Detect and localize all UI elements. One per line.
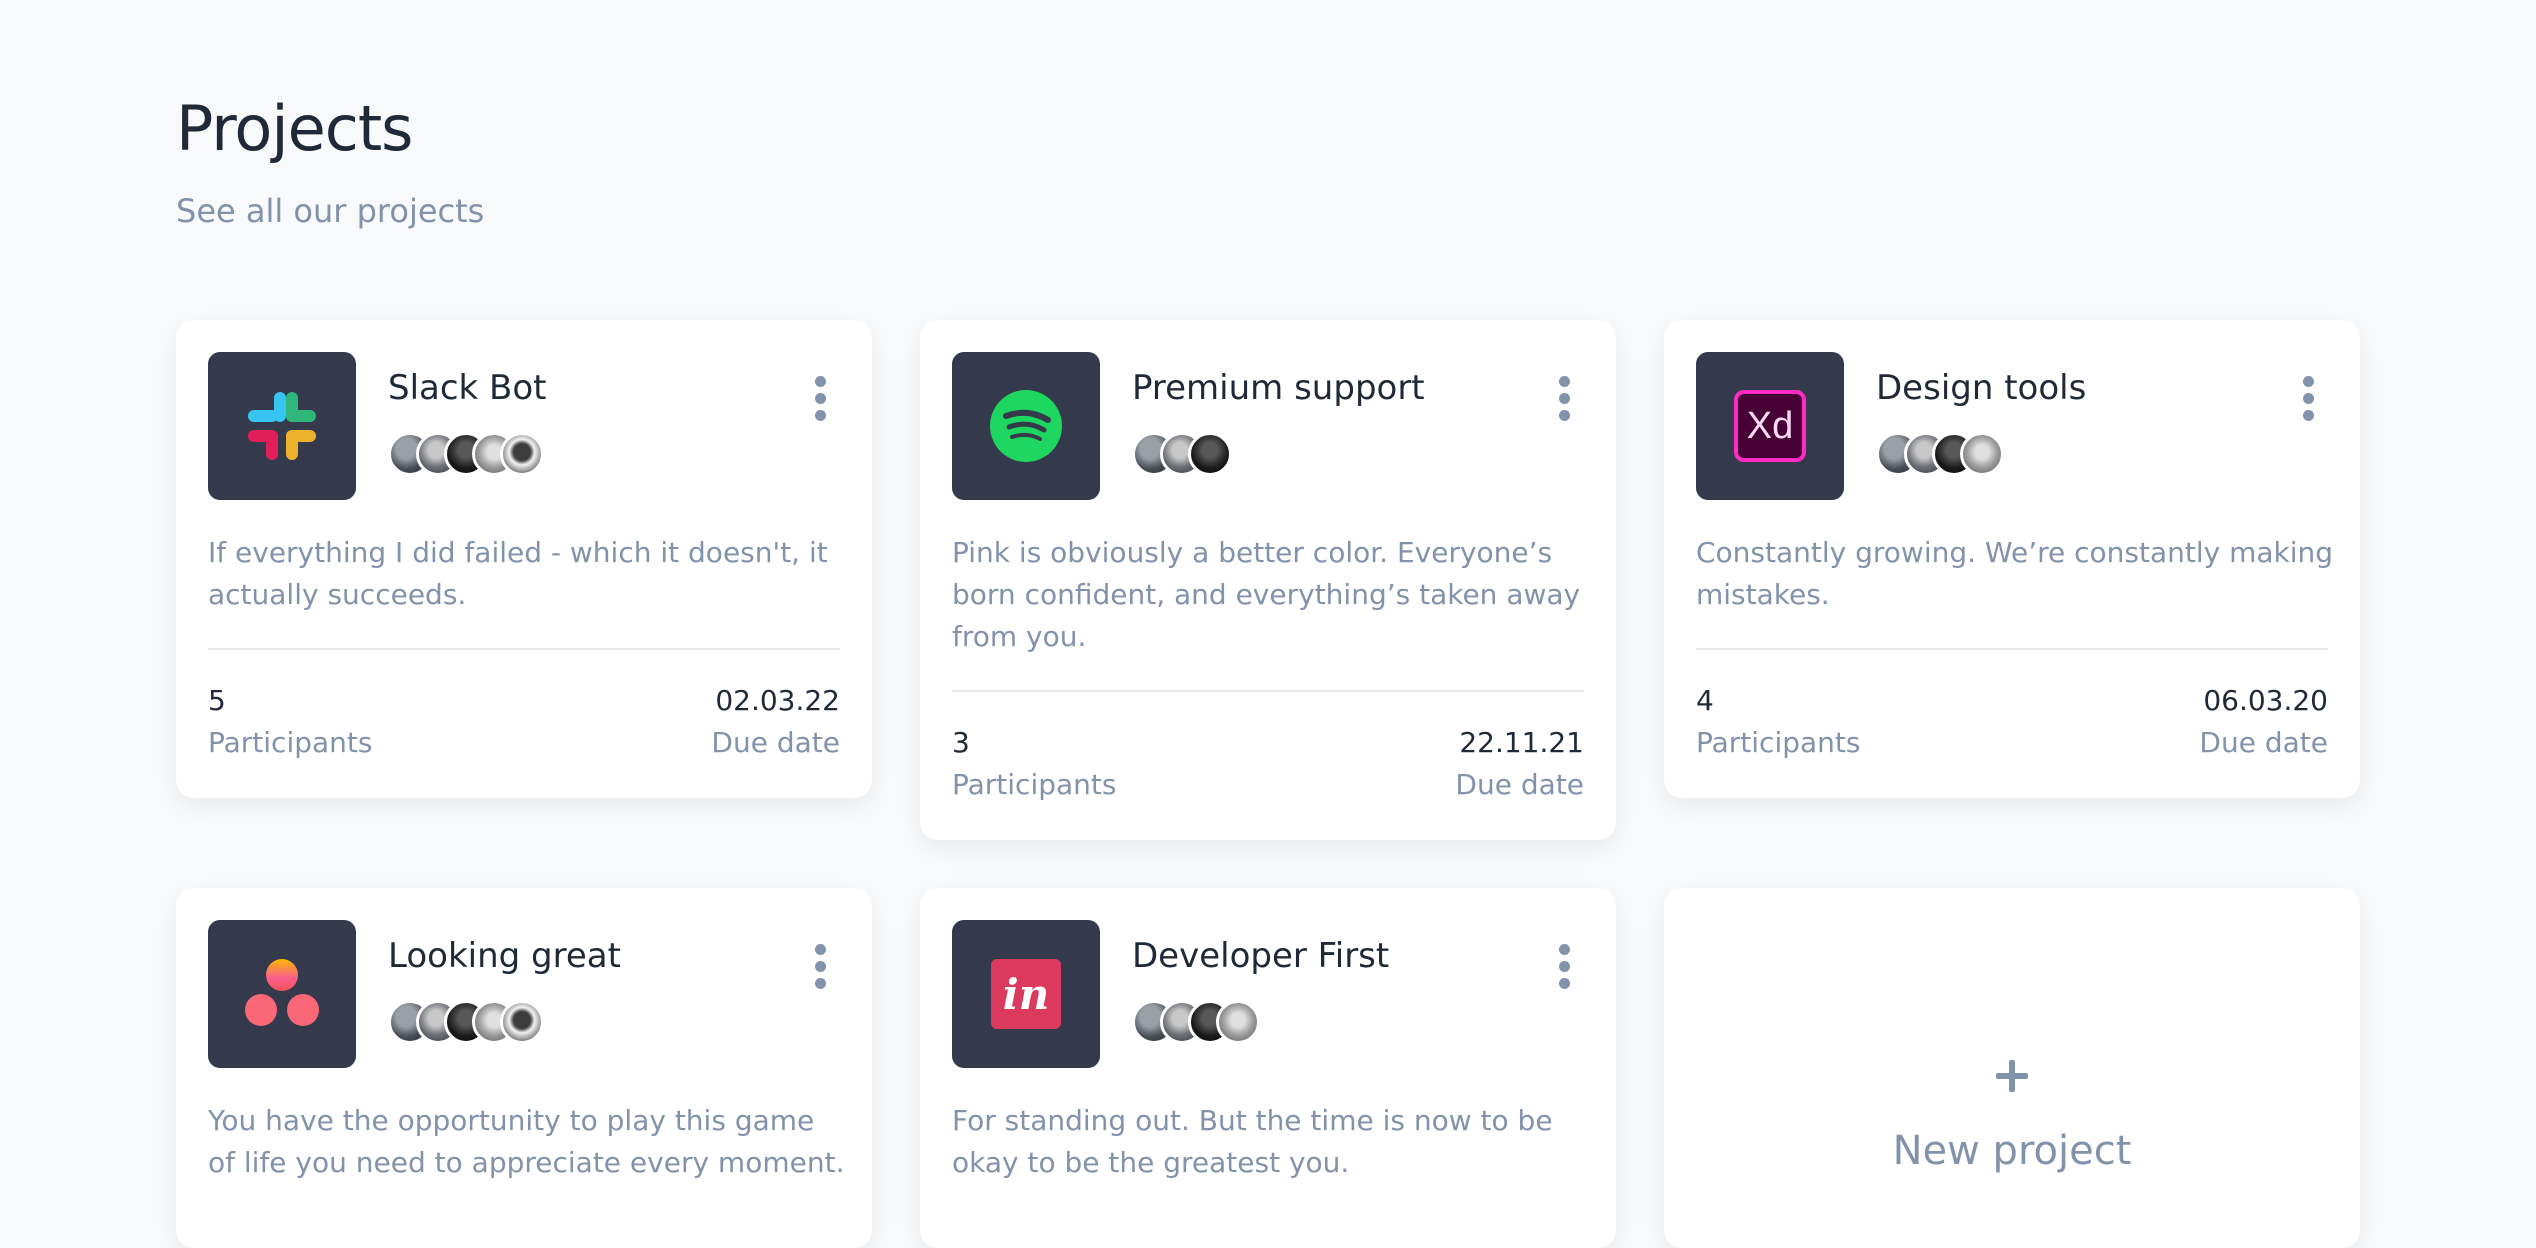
project-logo: Xd <box>1696 352 1844 500</box>
due-date-label: Due date <box>1455 768 1584 801</box>
avatar[interactable] <box>500 1000 544 1044</box>
avatar[interactable] <box>1216 1000 1260 1044</box>
project-description: Constantly growing. We’re constantly mak… <box>1696 536 2334 611</box>
divider <box>1696 648 2328 650</box>
new-project-button[interactable]: New project <box>1664 888 2360 1248</box>
project-title: Premium support <box>1132 368 1425 408</box>
project-title: Slack Bot <box>388 368 547 408</box>
project-description: For standing out. But the time is now to… <box>952 1104 1553 1179</box>
project-logo <box>208 920 356 1068</box>
project-title: Developer First <box>1132 936 1390 976</box>
plus-icon <box>1996 1060 2028 1092</box>
asana-icon <box>245 959 319 1026</box>
due-date-value: 02.03.22 <box>715 684 840 717</box>
more-options-icon[interactable] <box>2302 376 2314 421</box>
project-card-looking-great[interactable]: Looking great You have the opportunity t… <box>176 888 872 1248</box>
due-date-label: Due date <box>2199 726 2328 759</box>
invision-icon-text: in <box>1002 969 1050 1019</box>
participants-label: Participants <box>952 768 1117 801</box>
more-options-icon[interactable] <box>1558 376 1570 421</box>
more-options-icon[interactable] <box>814 944 826 989</box>
participants-count: 3 <box>952 726 970 759</box>
slack-icon <box>248 392 316 460</box>
project-logo <box>208 352 356 500</box>
project-logo <box>952 352 1100 500</box>
project-description: If everything I did failed - which it do… <box>208 536 828 611</box>
new-project-label: New project <box>1892 1128 2132 1174</box>
project-card-slack-bot[interactable]: Slack Bot If everything I did failed - w… <box>176 320 872 798</box>
project-card-developer-first[interactable]: in Developer First For standing out. But… <box>920 888 1616 1248</box>
project-description: You have the opportunity to play this ga… <box>208 1104 845 1179</box>
more-options-icon[interactable] <box>814 376 826 421</box>
participants-label: Participants <box>208 726 373 759</box>
avatar-group <box>1132 1000 1260 1044</box>
due-date-value: 06.03.20 <box>2203 684 2328 717</box>
project-description: Pink is obviously a better color. Everyo… <box>952 536 1581 653</box>
page-title: Projects <box>176 92 413 165</box>
participants-count: 4 <box>1696 684 1714 717</box>
divider <box>952 690 1584 692</box>
spotify-icon <box>990 390 1062 462</box>
due-date-value: 22.11.21 <box>1459 726 1584 759</box>
project-title: Design tools <box>1876 368 2087 408</box>
avatar[interactable] <box>1188 432 1232 476</box>
due-date-label: Due date <box>711 726 840 759</box>
project-card-premium-support[interactable]: Premium support Pink is obviously a bett… <box>920 320 1616 840</box>
project-logo: in <box>952 920 1100 1068</box>
participants-count: 5 <box>208 684 226 717</box>
project-card-design-tools[interactable]: Xd Design tools Constantly growing. We’r… <box>1664 320 2360 798</box>
divider <box>208 648 840 650</box>
more-options-icon[interactable] <box>1558 944 1570 989</box>
projects-page: Projects See all our projects Slack Bot <box>0 0 2536 1248</box>
avatar[interactable] <box>1960 432 2004 476</box>
adobe-xd-icon: Xd <box>1734 390 1806 462</box>
avatar-group <box>1876 432 2004 476</box>
avatar-group <box>388 1000 544 1044</box>
adobe-xd-icon-text: Xd <box>1746 404 1794 447</box>
invision-icon: in <box>991 959 1061 1029</box>
avatar-group <box>388 432 544 476</box>
avatar-group <box>1132 432 1232 476</box>
avatar[interactable] <box>500 432 544 476</box>
page-subtitle: See all our projects <box>176 192 485 230</box>
project-title: Looking great <box>388 936 621 976</box>
participants-label: Participants <box>1696 726 1861 759</box>
